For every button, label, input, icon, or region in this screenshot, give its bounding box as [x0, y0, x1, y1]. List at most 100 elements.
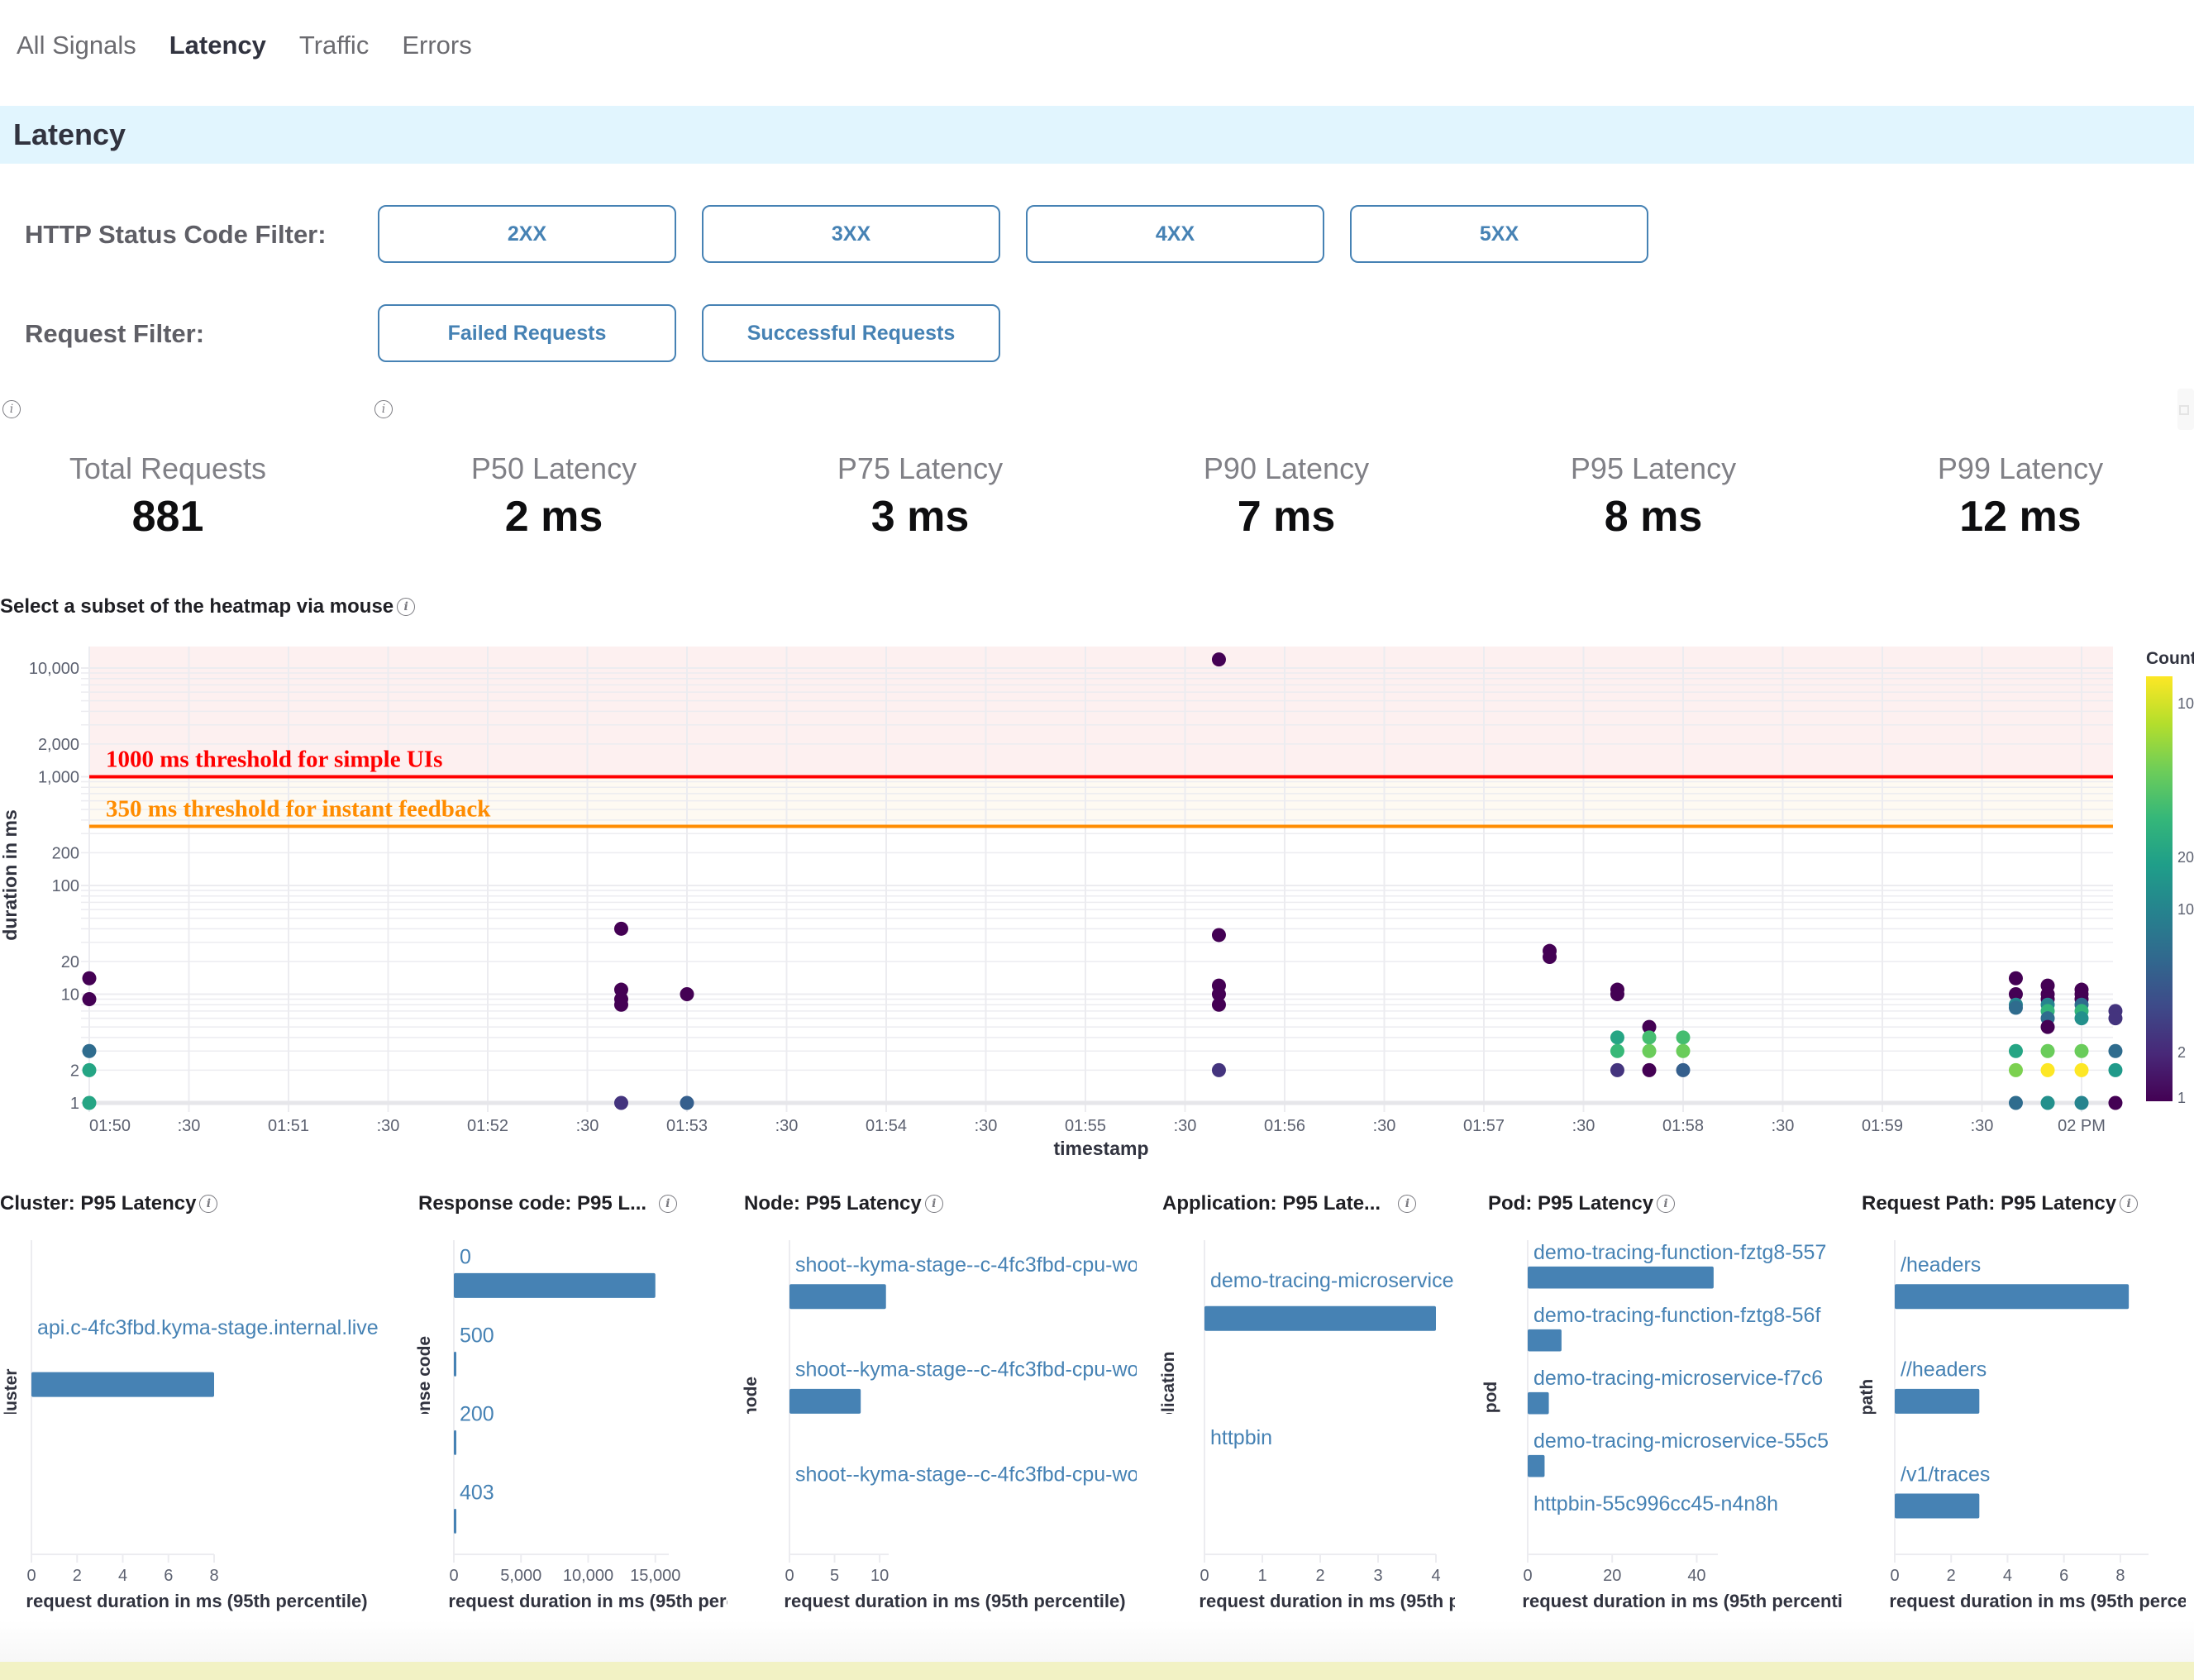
x-tick-label: 01:51 — [268, 1117, 309, 1135]
filter-4xx-button[interactable]: 4XX — [1026, 205, 1324, 263]
heatmap-point — [2074, 1062, 2089, 1077]
heatmap-point — [2008, 971, 2023, 986]
failed-requests-button[interactable]: Failed Requests — [378, 304, 676, 362]
y-tick-label: 10 — [61, 986, 79, 1005]
x-tick-label: :30 — [178, 1117, 201, 1135]
stat-value: 2 ms — [504, 493, 603, 541]
chart-title-text: Pod: P95 Latency — [1488, 1192, 1654, 1215]
successful-requests-button[interactable]: Successful Requests — [702, 304, 1000, 362]
x-tick-label: 02 PM — [2058, 1117, 2106, 1135]
heatmap-point — [82, 1095, 97, 1110]
colorbar-tick-label: 1 — [2177, 1090, 2186, 1106]
heatmap-point — [1211, 997, 1226, 1012]
y-tick-label: 20 — [61, 953, 79, 971]
stat-label: P95 Latency — [1570, 451, 1737, 485]
heatmap-point — [613, 921, 628, 936]
filter-5xx-button[interactable]: 5XX — [1350, 205, 1648, 263]
bar-category-label: demo-tracing-microservice-f7c6 — [1533, 1367, 1823, 1390]
info-icon[interactable]: i — [658, 1195, 677, 1213]
info-icon[interactable]: i — [924, 1195, 943, 1213]
bar — [1528, 1454, 1545, 1477]
colorbar-tick-label: 10 — [2177, 695, 2194, 712]
chart-title-text: Response code: P95 L... — [418, 1192, 647, 1215]
stat-label: P90 Latency — [1203, 451, 1370, 485]
chart-title-text: Cluster: P95 Latency — [0, 1192, 197, 1215]
response-code-bar-chart[interactable]: 0 5,000 10,000 15,000 request duration in ms… — [413, 1232, 736, 1620]
stat-p75: P75 Latency 3 ms — [746, 451, 1094, 542]
chart-title-text: Node: P95 Latency — [744, 1192, 922, 1215]
x-tick-label: 2 — [1315, 1567, 1324, 1585]
filter-3xx-button[interactable]: 3XX — [702, 205, 1000, 263]
heatmap-point — [1211, 652, 1226, 667]
bottom-banner — [0, 1662, 2194, 1680]
heatmap-title: Select a subset of the heatmap via mouse… — [0, 595, 416, 618]
path-bar-chart[interactable]: 0 2 4 6 8 request duration in ms (95th percen… — [1856, 1232, 2194, 1620]
y-axis-title: cluster — [2, 1369, 21, 1426]
application-bar-chart[interactable]: 0 1 2 3 4 request duration in ms (95th percen… — [1157, 1232, 1463, 1620]
stat-p90: P90 Latency 7 ms — [1113, 451, 1460, 542]
colorbar-title: Count — [2146, 649, 2194, 668]
heatmap-point — [2008, 1000, 2023, 1015]
section-header: Latency — [0, 106, 2194, 164]
stat-value: 8 ms — [1604, 493, 1703, 541]
bar-chart-title: Request Path: P95 Latency i — [1862, 1192, 2139, 1215]
x-tick-label: :30 — [1373, 1117, 1396, 1135]
bar-category-label: demo-tracing-microservice-55c5 — [1533, 1429, 1829, 1453]
x-tick-label: 01:56 — [1264, 1117, 1305, 1135]
heatmap-point — [1610, 987, 1624, 1001]
x-tick-label: 20 — [1603, 1567, 1621, 1585]
x-tick-label: 4 — [1431, 1567, 1440, 1585]
info-icon[interactable]: i — [374, 400, 393, 418]
x-tick-label: 0 — [1200, 1567, 1209, 1585]
heatmap-point — [2008, 1095, 2023, 1110]
info-icon[interactable]: i — [199, 1195, 218, 1213]
heatmap-point — [680, 987, 694, 1001]
cluster-bar-chart[interactable]: 0 2 4 6 8 request duration in ms (95th percen… — [0, 1232, 405, 1620]
x-tick-label: 2 — [73, 1567, 82, 1585]
y-tick-label: 1 — [70, 1095, 79, 1113]
heatmap-point — [1610, 1043, 1624, 1058]
y-tick-label: 200 — [52, 844, 79, 862]
stat-p95: P95 Latency 8 ms — [1480, 451, 1827, 542]
stat-p50: P50 Latency 2 ms — [380, 451, 727, 542]
bar-category-label: 500 — [460, 1324, 494, 1348]
x-tick-label: 01:50 — [89, 1117, 131, 1135]
heatmap-point — [2074, 1011, 2089, 1026]
y-tick-label: 2,000 — [38, 736, 79, 754]
x-tick-label: 6 — [2059, 1567, 2068, 1585]
tab-traffic[interactable]: Traffic — [299, 25, 369, 66]
colorbar-tick-label: 10 — [2177, 901, 2194, 918]
info-icon[interactable]: i — [2120, 1195, 2139, 1213]
x-tick-label: 01:54 — [866, 1117, 907, 1135]
bar — [1528, 1391, 1549, 1415]
info-icon[interactable]: i — [1657, 1195, 1676, 1213]
bar — [1895, 1284, 2130, 1310]
tab-latency[interactable]: Latency — [169, 25, 266, 66]
y-tick-label: 2 — [70, 1062, 79, 1080]
y-tick-label: 100 — [52, 877, 79, 895]
pod-bar-chart[interactable]: 0 20 40 request duration in ms (95th percen… — [1480, 1232, 1852, 1620]
x-tick-label: 0 — [1890, 1567, 1899, 1585]
node-bar-chart[interactable]: 0 5 10 request duration in ms (95th percent… — [740, 1232, 1145, 1620]
info-icon[interactable]: i — [397, 598, 416, 616]
bar-chart-title: Cluster: P95 Latency i — [0, 1192, 218, 1215]
tab-all-signals[interactable]: All Signals — [17, 25, 136, 66]
stat-label: Total Requests — [69, 451, 267, 485]
latency-heatmap[interactable]: 1 2 10 20 100 200 1,000 2,000 10,000 01:50:30 01:5… — [0, 628, 2194, 1166]
heatmap-point — [1211, 1062, 1226, 1077]
filter-2xx-button[interactable]: 2XX — [378, 205, 676, 263]
x-tick-label: 3 — [1373, 1567, 1382, 1585]
heatmap-point — [2108, 1095, 2123, 1110]
info-icon[interactable]: i — [1398, 1195, 1417, 1213]
heatmap-point — [1610, 1030, 1624, 1045]
x-tick-label: 01:53 — [666, 1117, 708, 1135]
tab-errors[interactable]: Errors — [402, 25, 471, 66]
info-icon[interactable]: i — [2, 400, 21, 418]
panel-handle[interactable] — [2177, 389, 2194, 430]
bar-chart-title: Node: P95 Latency i — [744, 1192, 943, 1215]
bar — [31, 1372, 214, 1397]
x-tick-label: :30 — [1971, 1117, 1994, 1135]
heatmap-point — [2040, 1019, 2055, 1034]
stat-label: P50 Latency — [470, 451, 637, 485]
y-tick-label: 1,000 — [38, 769, 79, 787]
